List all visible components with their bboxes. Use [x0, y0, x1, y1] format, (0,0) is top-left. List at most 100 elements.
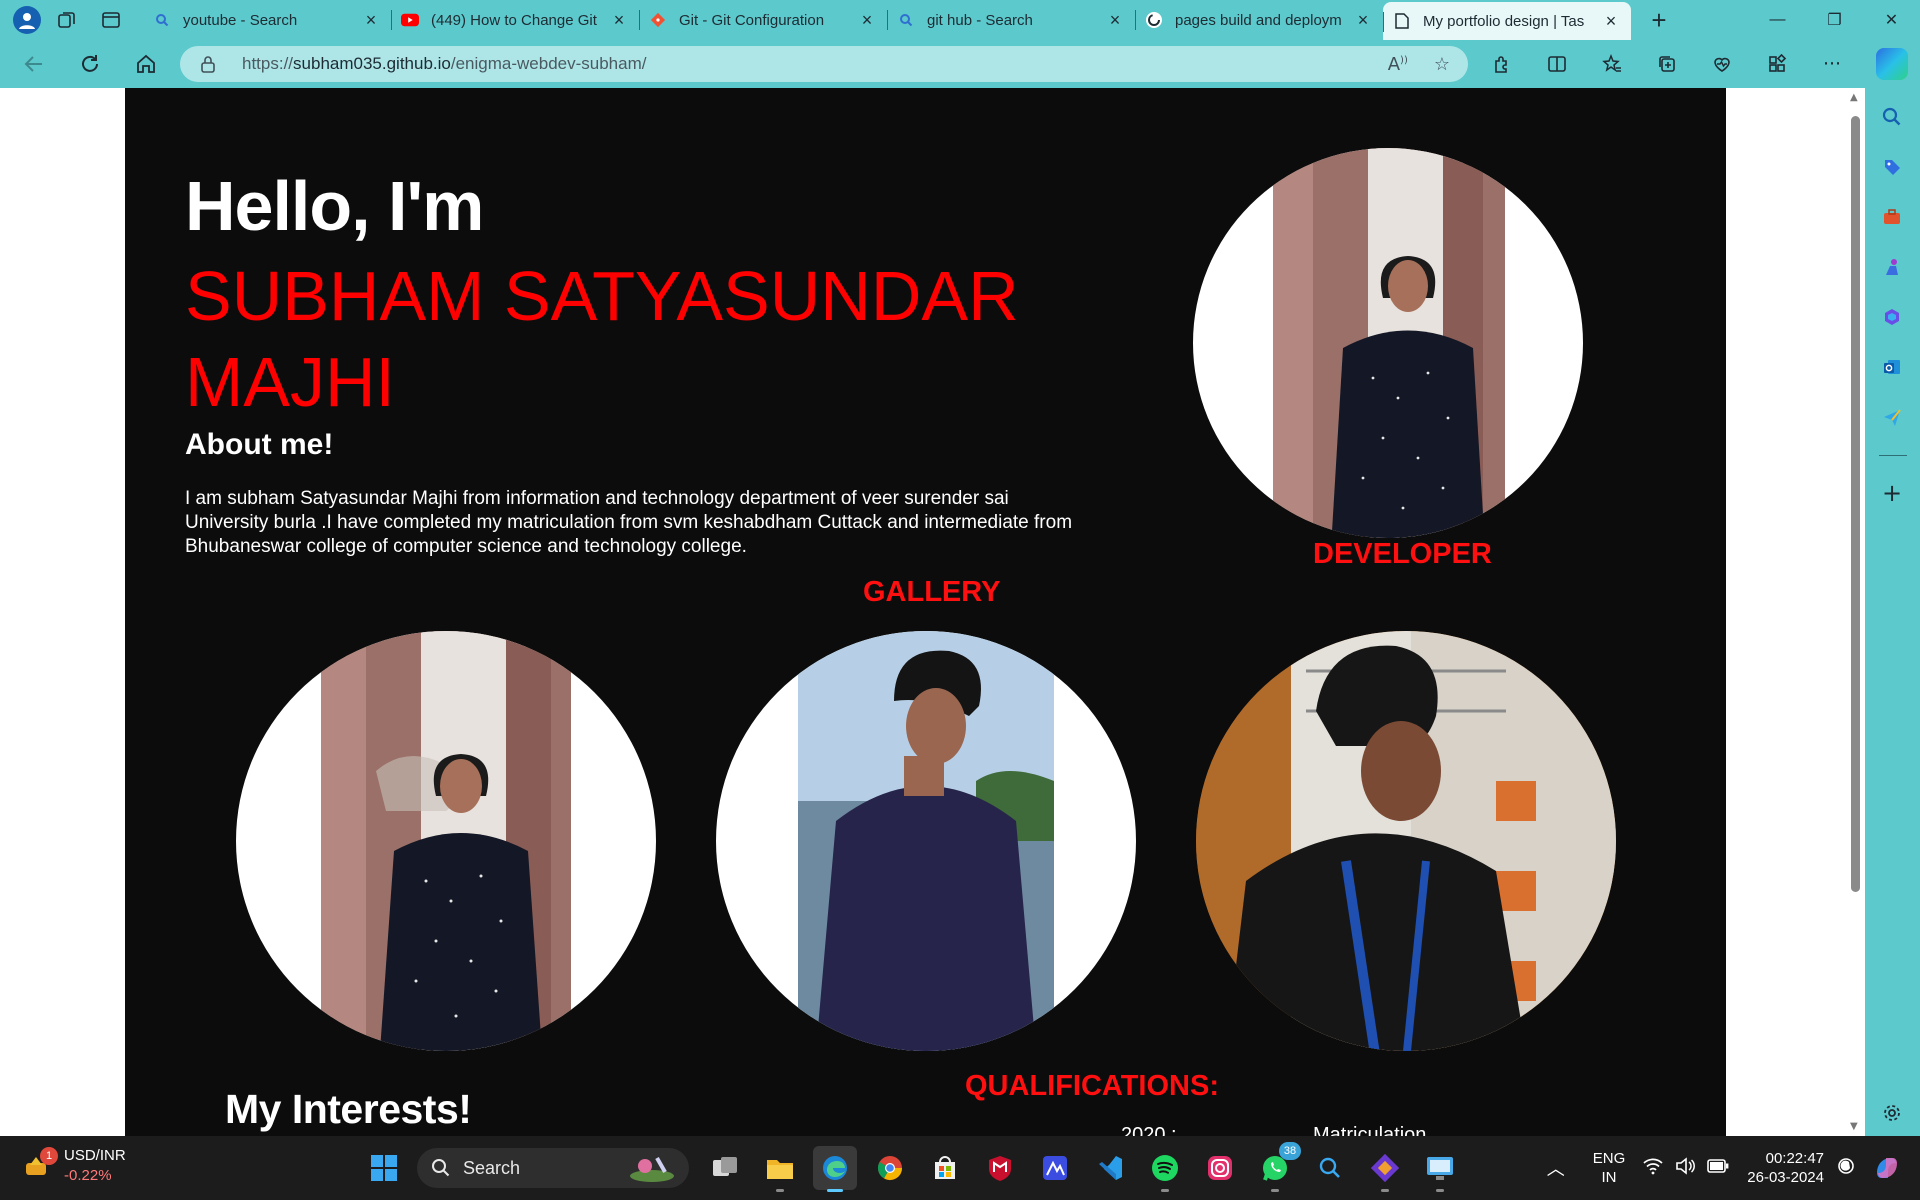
qualifications-heading: QUALIFICATIONS: — [965, 1070, 1219, 1102]
back-arrow-icon[interactable] — [12, 46, 56, 82]
page-scrollbar[interactable]: ▲ ▼ — [1846, 88, 1865, 1136]
clock-time: 00:22:47 — [1765, 1150, 1824, 1167]
greeting-heading: Hello, I'm — [185, 167, 484, 245]
sidebar-settings-icon[interactable] — [1877, 1098, 1907, 1128]
favorite-star-icon[interactable]: ☆ — [1434, 54, 1450, 75]
spotify-icon[interactable] — [1143, 1146, 1187, 1192]
copilot-icon[interactable] — [1876, 48, 1908, 80]
close-tab-icon[interactable]: × — [609, 10, 629, 31]
close-window-icon[interactable]: ✕ — [1863, 0, 1920, 40]
instagram-icon[interactable] — [1198, 1146, 1242, 1190]
chrome-icon[interactable] — [868, 1146, 912, 1190]
youtube-icon — [401, 11, 419, 29]
close-tab-icon[interactable]: × — [1353, 10, 1373, 31]
url-host: subham035.github.io — [293, 54, 451, 73]
page-icon — [1393, 12, 1411, 30]
currency-widget-icon: 1 — [22, 1147, 58, 1181]
git-tool-icon[interactable] — [1363, 1146, 1407, 1192]
whatsapp-icon[interactable]: 38 — [1253, 1142, 1301, 1192]
taskbar-search-label: Search — [463, 1157, 521, 1178]
page-viewport: Hello, I'm SUBHAM SATYASUNDAR MAJHI Abou… — [5, 88, 1865, 1136]
outlook-icon[interactable] — [1877, 352, 1907, 382]
microsoft365-icon[interactable] — [1877, 302, 1907, 332]
profile-icon[interactable] — [13, 6, 41, 34]
wifi-icon[interactable] — [1643, 1157, 1663, 1180]
search-app-icon[interactable] — [1308, 1146, 1352, 1190]
tools-icon[interactable] — [1877, 202, 1907, 232]
mcafee-icon[interactable] — [978, 1146, 1022, 1190]
role-label: DEVELOPER — [1313, 538, 1492, 570]
qualification-item: Matriculation — [1313, 1124, 1427, 1136]
gallery-photo-1 — [236, 631, 656, 1051]
focus-assist-icon[interactable] — [1836, 1156, 1856, 1181]
tab-youtube-search[interactable]: youtube - Search × — [143, 0, 391, 40]
tab-title: youtube - Search — [183, 11, 298, 29]
scrollbar-thumb[interactable] — [1851, 116, 1860, 892]
read-aloud-icon[interactable]: A)) — [1388, 54, 1408, 75]
volume-icon[interactable] — [1675, 1156, 1696, 1180]
app-icon-blue[interactable] — [1033, 1146, 1077, 1190]
sidebar-divider — [1879, 455, 1907, 456]
gallery-photo-3 — [1196, 631, 1616, 1051]
search-highlight-icon — [630, 1157, 674, 1182]
collections-icon[interactable] — [1645, 46, 1689, 82]
battery-icon[interactable] — [1707, 1157, 1729, 1180]
send-icon[interactable] — [1877, 402, 1907, 432]
url-text[interactable]: https://subham035.github.io/enigma-webde… — [242, 54, 646, 74]
vscode-icon[interactable] — [1088, 1146, 1132, 1190]
apps-icon[interactable] — [1755, 46, 1799, 82]
home-icon[interactable] — [124, 46, 168, 82]
notification-badge: 1 — [40, 1147, 58, 1165]
workspaces-icon[interactable] — [49, 2, 85, 38]
currency-widget[interactable]: 1 USD/INR -0.22% — [22, 1146, 126, 1186]
close-tab-icon[interactable]: × — [1105, 10, 1125, 31]
edge-browser-icon[interactable] — [813, 1146, 857, 1192]
close-tab-icon[interactable]: × — [1601, 11, 1621, 32]
microsoft-store-icon[interactable] — [923, 1146, 967, 1190]
search-icon — [153, 11, 171, 29]
taskbar-search[interactable]: Search — [417, 1148, 689, 1188]
more-options-icon[interactable]: ··· — [1810, 46, 1854, 82]
show-hidden-icons-icon[interactable]: ︿ — [1547, 1155, 1565, 1181]
close-tab-icon[interactable]: × — [361, 10, 381, 31]
tab-actions-icon[interactable] — [93, 2, 129, 38]
shopping-tag-icon[interactable] — [1877, 152, 1907, 182]
portfolio-page: Hello, I'm SUBHAM SATYASUNDAR MAJHI Abou… — [125, 88, 1726, 1136]
search-icon[interactable] — [1877, 102, 1907, 132]
tab-pages-build[interactable]: pages build and deploym × — [1135, 0, 1383, 40]
extensions-icon[interactable] — [1480, 46, 1524, 82]
address-bar[interactable]: https://subham035.github.io/enigma-webde… — [180, 46, 1468, 82]
remote-desktop-icon[interactable] — [1418, 1146, 1462, 1192]
copilot-taskbar-icon[interactable] — [1870, 1151, 1904, 1185]
tab-title: (449) How to Change Git — [431, 11, 597, 29]
scroll-down-icon[interactable]: ▼ — [1850, 1121, 1858, 1132]
search-icon — [897, 11, 915, 29]
tab-youtube-video[interactable]: (449) How to Change Git × — [391, 0, 639, 40]
file-explorer-icon[interactable] — [758, 1146, 802, 1192]
ticker-change: -0.22% — [64, 1167, 112, 1184]
restore-icon[interactable]: ❐ — [1806, 0, 1863, 40]
clock[interactable]: 00:22:47 26-03-2024 — [1747, 1149, 1824, 1187]
tab-github-search[interactable]: git hub - Search × — [887, 0, 1135, 40]
search-icon — [432, 1159, 450, 1177]
clock-date: 26-03-2024 — [1747, 1169, 1824, 1186]
whatsapp-badge: 38 — [1279, 1142, 1301, 1160]
favorites-icon[interactable] — [1590, 46, 1634, 82]
scroll-up-icon[interactable]: ▲ — [1850, 92, 1858, 103]
url-path: /enigma-webdev-subham/ — [450, 54, 647, 73]
tab-portfolio[interactable]: My portfolio design | Tas × — [1383, 2, 1631, 40]
tab-title: git hub - Search — [927, 11, 1033, 29]
tab-git-config[interactable]: Git - Git Configuration × — [639, 0, 887, 40]
browser-essentials-icon[interactable] — [1700, 46, 1744, 82]
new-tab-button[interactable]: + — [1641, 5, 1677, 36]
games-icon[interactable] — [1877, 252, 1907, 282]
task-view-icon[interactable] — [703, 1146, 747, 1190]
lock-icon[interactable] — [200, 55, 220, 73]
start-button[interactable] — [362, 1146, 406, 1190]
split-screen-icon[interactable] — [1535, 46, 1579, 82]
language-indicator[interactable]: ENG IN — [1593, 1149, 1626, 1187]
refresh-icon[interactable] — [68, 46, 112, 82]
minimize-icon[interactable]: — — [1749, 0, 1806, 40]
add-sidebar-app-icon[interactable]: + — [1877, 478, 1907, 508]
close-tab-icon[interactable]: × — [857, 10, 877, 31]
